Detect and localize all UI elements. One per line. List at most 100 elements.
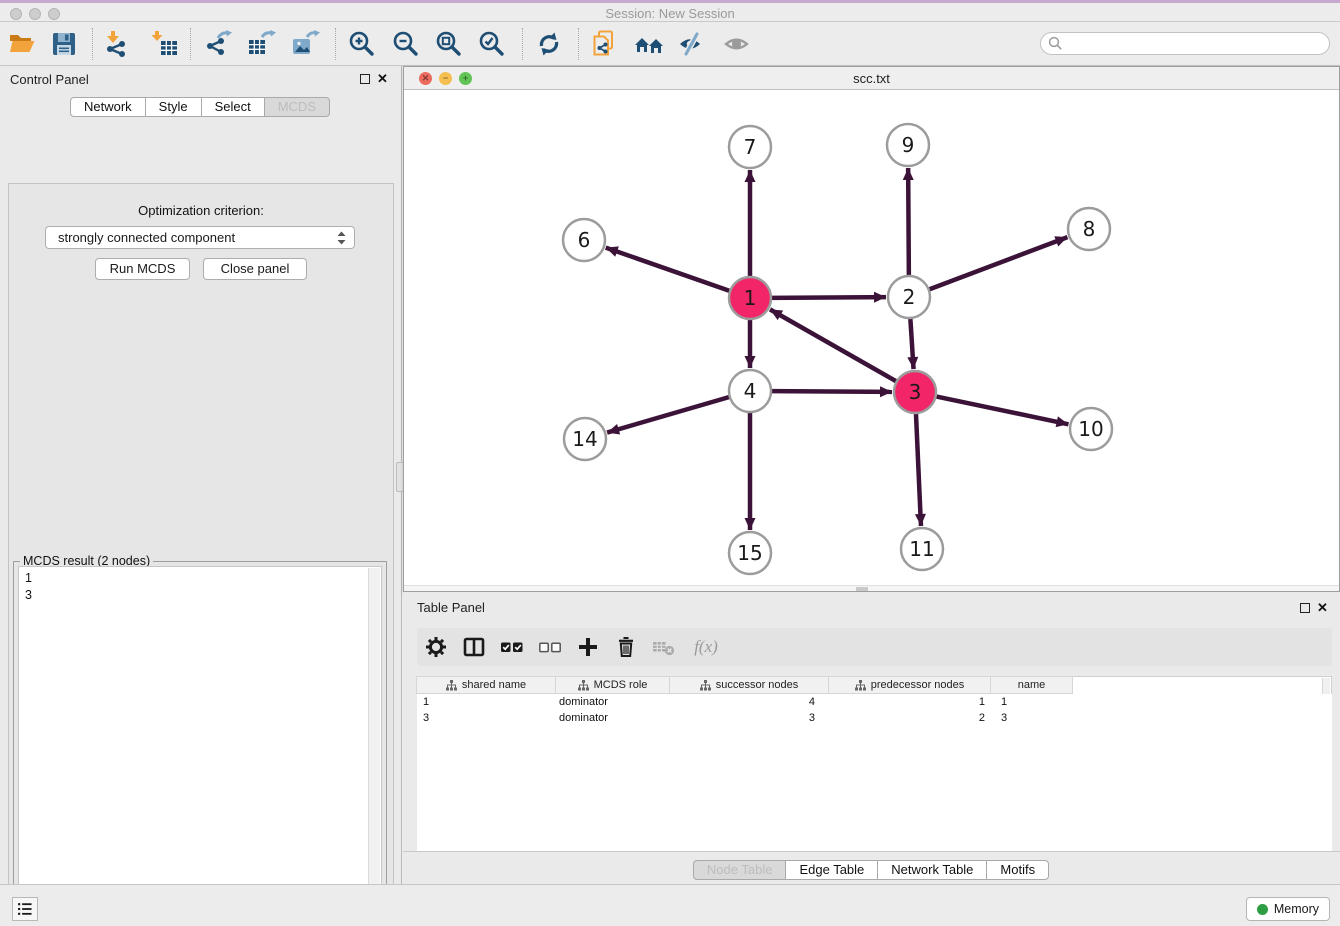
tab-network-table[interactable]: Network Table [877, 860, 987, 880]
run-mcds-button[interactable]: Run MCDS [95, 258, 190, 280]
clear-checkboxes-icon[interactable] [531, 636, 569, 658]
column-header-predecessor-nodes[interactable]: predecessor nodes [828, 676, 991, 694]
close-panel-icon[interactable]: ✕ [377, 71, 388, 87]
export-image-icon[interactable] [288, 27, 322, 61]
column-header-MCDS-role[interactable]: MCDS role [555, 676, 670, 694]
table-cell[interactable]: 3 [672, 710, 832, 726]
network-hscrollbar-handle[interactable] [856, 587, 868, 591]
mcds-result-box[interactable]: 1 3 [18, 566, 382, 926]
add-column-icon[interactable] [569, 636, 607, 658]
graph-node-label: 15 [737, 541, 762, 565]
table-cell[interactable]: dominator [557, 694, 672, 710]
tab-select[interactable]: Select [201, 97, 265, 117]
column-header-successor-nodes[interactable]: successor nodes [669, 676, 829, 694]
export-table-icon[interactable] [244, 27, 278, 61]
memory-button[interactable]: Memory [1246, 897, 1330, 921]
control-panel: Control Panel ✕ Network Style Select MCD… [0, 66, 402, 884]
graph-edge-1-6[interactable] [606, 248, 730, 291]
graph-edge-2-8[interactable] [930, 237, 1068, 289]
column-header-label: name [1018, 679, 1046, 691]
eye-slash-icon[interactable] [675, 27, 709, 61]
table-row[interactable]: 1dominator411 [417, 694, 1332, 710]
graph-edge-4-14[interactable] [607, 397, 729, 432]
tab-network[interactable]: Network [70, 97, 146, 117]
control-panel-tabs: Network Style Select MCDS [0, 97, 401, 117]
memory-status-icon [1257, 904, 1268, 915]
graph-node-label: 6 [578, 228, 591, 252]
chevron-up-down-icon [335, 230, 348, 246]
graph-edge-3-11[interactable] [916, 414, 921, 526]
close-panel-button[interactable]: Close panel [203, 258, 307, 280]
tab-motifs[interactable]: Motifs [986, 860, 1049, 880]
import-network-icon[interactable] [100, 27, 134, 61]
table-toolbar: f(x) [417, 628, 1332, 666]
open-session-icon[interactable] [5, 27, 39, 61]
optimization-criterion-label: Optimization criterion: [9, 203, 393, 218]
settings-gear-icon[interactable] [417, 636, 455, 658]
delete-icon[interactable] [607, 636, 645, 658]
documents-share-icon[interactable] [587, 27, 621, 61]
toolbar-separator [92, 28, 93, 60]
tab-edge-table[interactable]: Edge Table [785, 860, 878, 880]
table-cell[interactable]: 4 [672, 694, 832, 710]
graph-node-label: 8 [1083, 217, 1096, 241]
table-float-icon[interactable] [1300, 603, 1310, 613]
task-list-button[interactable] [12, 897, 38, 921]
zoom-selected-icon[interactable] [475, 27, 509, 61]
import-table-icon[interactable] [148, 27, 182, 61]
network-canvas[interactable]: 1234678910111415 [404, 90, 1339, 587]
column-header-label: predecessor nodes [871, 679, 965, 691]
eye-icon [720, 27, 754, 61]
toolbar-separator [190, 28, 191, 60]
column-header-name[interactable]: name [990, 676, 1073, 694]
zoom-fit-icon[interactable] [432, 27, 466, 61]
table-panel-title: Table Panel [417, 600, 485, 615]
table-cell[interactable]: 1 [995, 694, 1078, 710]
search-box[interactable] [1040, 32, 1330, 55]
search-input[interactable] [1067, 37, 1329, 51]
select-checkboxes-icon[interactable] [493, 636, 531, 658]
tab-node-table[interactable]: Node Table [693, 860, 787, 880]
refresh-icon[interactable] [532, 27, 566, 61]
houses-icon[interactable] [632, 27, 666, 61]
tab-style[interactable]: Style [145, 97, 202, 117]
table-cell[interactable]: 3 [995, 710, 1078, 726]
window-title: Session: New Session [0, 6, 1340, 21]
toolbar-separator [522, 28, 523, 60]
table-body: 1dominator4113dominator323 [417, 694, 1332, 851]
main-toolbar [0, 22, 1340, 66]
table-cell[interactable]: 2 [832, 710, 995, 726]
table-cell[interactable]: dominator [557, 710, 672, 726]
network-window-title: scc.txt [404, 71, 1339, 86]
table-tabs-divider [403, 851, 1340, 852]
column-header-shared-name[interactable]: shared name [416, 676, 556, 694]
optimization-criterion-value: strongly connected component [58, 230, 335, 245]
save-session-icon[interactable] [47, 27, 81, 61]
graph-node-label: 10 [1078, 417, 1103, 441]
export-network-icon[interactable] [201, 27, 235, 61]
table-close-icon[interactable]: ✕ [1317, 600, 1328, 616]
graph-edge-4-3[interactable] [772, 391, 892, 392]
network-graph[interactable]: 1234678910111415 [404, 90, 1339, 587]
graph-edge-3-1[interactable] [770, 309, 896, 381]
optimization-criterion-select[interactable]: strongly connected component [45, 226, 355, 249]
network-window: ✕ − + scc.txt 1234678910111415 [403, 66, 1340, 592]
table-cell[interactable]: 1 [832, 694, 995, 710]
tab-mcds[interactable]: MCDS [264, 97, 330, 117]
table-cell[interactable]: 1 [417, 694, 557, 710]
table-row[interactable]: 3dominator323 [417, 710, 1332, 726]
table-cell[interactable]: 3 [417, 710, 557, 726]
column-header-label: successor nodes [716, 679, 799, 691]
graph-edge-2-9[interactable] [908, 168, 909, 275]
float-panel-icon[interactable] [360, 74, 370, 84]
graph-edge-3-10[interactable] [937, 397, 1069, 425]
mcds-panel-body: Optimization criterion: strongly connect… [8, 183, 394, 926]
graph-edge-2-3[interactable] [910, 319, 913, 369]
result-scrollbar[interactable] [368, 568, 380, 926]
graph-node-label: 11 [909, 537, 934, 561]
split-view-icon[interactable] [455, 636, 493, 658]
graph-edge-1-2[interactable] [772, 297, 886, 298]
zoom-in-icon[interactable] [345, 27, 379, 61]
network-hscrollbar[interactable] [404, 585, 1339, 591]
zoom-out-icon[interactable] [389, 27, 423, 61]
